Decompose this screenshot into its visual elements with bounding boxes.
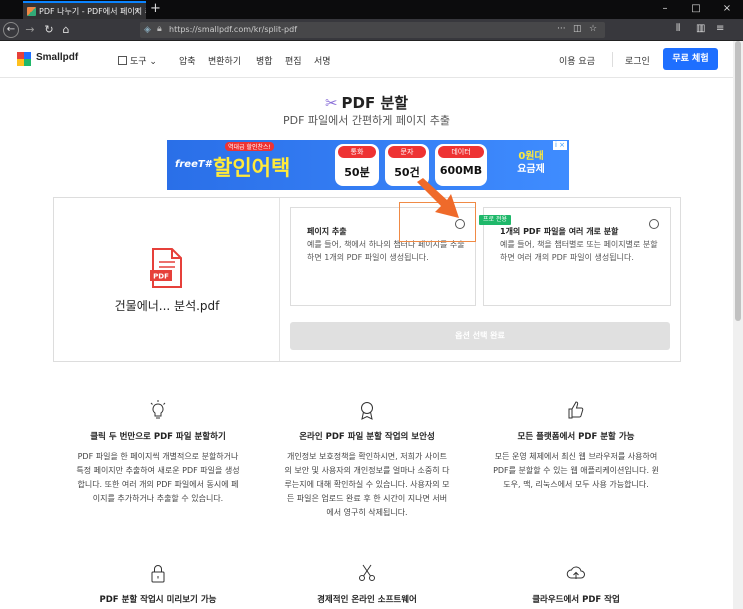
feature-title: 클라우드에서 PDF 작업 <box>532 595 620 605</box>
home-icon[interactable]: ⌂ <box>58 22 74 38</box>
maximize-button[interactable]: □ <box>681 0 711 19</box>
minimize-button[interactable]: – <box>650 0 680 19</box>
forward-icon[interactable]: → <box>22 22 38 38</box>
shield-icon[interactable]: ◈ <box>144 25 151 35</box>
ad-right-top: 0원대 <box>518 151 544 162</box>
page-actions-icon[interactable]: ··· <box>557 24 566 34</box>
feature-item: 클라우드에서 PDF 작업 <box>481 563 671 605</box>
browser-tab-bar: PDF 나누기 - PDF에서 페이지 추출 × + – □ × <box>0 0 743 19</box>
cloud-upload-icon <box>566 566 585 579</box>
lock-icon <box>151 565 165 583</box>
option-title: 페이지 추출 <box>307 227 347 236</box>
lightbulb-icon <box>150 400 166 419</box>
browser-tab[interactable]: PDF 나누기 - PDF에서 페이지 추출 × <box>23 1 146 19</box>
feature-title: 클릭 두 번만으로 PDF 파일 분할하기 <box>90 432 226 442</box>
file-preview: PDF 건물에너... 분석.pdf <box>54 198 280 361</box>
nav-sign[interactable]: 서명 <box>314 54 331 67</box>
close-window-button[interactable]: × <box>712 0 742 19</box>
feature-title: 경제적인 온라인 소프트웨어 <box>317 595 417 605</box>
feature-item: PDF 분할 작업시 미리보기 가능 <box>63 563 253 605</box>
feature-item: 온라인 PDF 파일 분할 작업의 보안성 개인정보 보호정책을 확인하시면, … <box>272 400 462 520</box>
bookmark-star-icon[interactable]: ☆ <box>589 24 597 34</box>
nav-compress[interactable]: 압축 <box>179 54 196 67</box>
page-scrollbar[interactable] <box>733 41 743 609</box>
library-icon[interactable]: ⫴ <box>676 23 680 34</box>
feature-desc: 모든 운영 체제에서 최신 웹 브라우저를 사용하여 PDF를 분할할 수 있는… <box>493 452 659 489</box>
header-divider <box>612 52 613 67</box>
url-text[interactable]: https://smallpdf.com/kr/split-pdf <box>169 25 297 34</box>
ad-right-text: 0원대요금제 <box>497 150 565 176</box>
nav-pricing[interactable]: 이용 요금 <box>559 54 595 67</box>
site-header: Smallpdf 도구 ⌄ 압축 변환하기 병합 편집 서명 이용 요금 로그인… <box>0 41 733 78</box>
page-subtitle: PDF 파일에서 간편하게 페이지 추출 <box>283 114 450 127</box>
feature-title: 모든 플랫폼에서 PDF 분할 가능 <box>517 432 635 442</box>
brand-name[interactable]: Smallpdf <box>36 52 78 63</box>
pdf-badge-text: PDF <box>153 273 169 281</box>
page-title-text: PDF 분할 <box>341 94 409 112</box>
menu-icon[interactable]: ≡ <box>716 23 724 34</box>
radio-split-multiple[interactable] <box>649 219 659 229</box>
ad-right-bottom: 요금제 <box>517 164 545 175</box>
lock-icon[interactable]: 🔒︎ <box>157 24 162 34</box>
thumbs-up-icon <box>568 401 584 419</box>
login-link[interactable]: 로그인 <box>625 54 650 67</box>
split-options-card: PDF 건물에너... 분석.pdf 페이지 추출 예를 들어, 책에서 하나의… <box>53 197 681 362</box>
option-desc: 예를 들어, 책을 챕터별로 또는 페이지별로 분할하면 여러 개의 PDF 파… <box>500 240 658 262</box>
feature-item: 모든 플랫폼에서 PDF 분할 가능 모든 운영 체제에서 최신 웹 브라우저를… <box>481 400 671 492</box>
ad-pill-value: 600MB <box>439 164 483 177</box>
ad-pill-label: 문자 <box>388 146 426 158</box>
new-tab-button[interactable]: + <box>150 1 161 17</box>
ad-pill-label: 데이터 <box>438 146 484 158</box>
nav-merge[interactable]: 병합 <box>256 54 273 67</box>
ad-pill: 통화 50분 <box>335 144 379 186</box>
url-bar[interactable]: ◈ 🔒︎ https://smallpdf.com/kr/split-pdf ·… <box>140 22 605 38</box>
ad-banner[interactable]: freeT# 역대급 할인찬스! 할인어택 통화 50분 문자 50건 데이터 600… <box>167 140 569 190</box>
option-title: 1개의 PDF 파일을 여러 개로 분할 <box>500 227 619 236</box>
tools-menu[interactable]: 도구 ⌄ <box>118 54 157 67</box>
free-trial-button[interactable]: 무료 체험 <box>663 48 718 70</box>
pdf-file-icon: PDF <box>150 248 182 288</box>
feature-title: 온라인 PDF 파일 분할 작업의 보안성 <box>299 432 435 442</box>
nav-convert[interactable]: 변환하기 <box>208 54 241 67</box>
page-title: ✂ PDF 분할 <box>0 92 733 113</box>
feature-title: PDF 분할 작업시 미리보기 가능 <box>99 595 217 605</box>
grid-icon <box>118 56 127 65</box>
scrollbar-thumb[interactable] <box>735 41 741 321</box>
tab-title: PDF 나누기 - PDF에서 페이지 추출 <box>39 7 146 16</box>
feature-desc: PDF 파일을 한 페이지씩 개별적으로 분할하거나 특정 페이지만 추출하여 … <box>76 452 240 503</box>
scissors-icon: ✂ <box>324 94 338 112</box>
file-name: 건물에너... 분석.pdf <box>114 299 220 313</box>
ad-pill-value: 50분 <box>344 166 370 179</box>
pointer-arrow-icon <box>417 178 459 218</box>
reload-icon[interactable]: ↻ <box>41 22 57 38</box>
pocket-icon[interactable]: ◫ <box>573 24 582 34</box>
pro-only-badge: 프로 전용 <box>479 215 511 225</box>
feature-desc: 개인정보 보호정책을 확인하시면, 저희가 사이트의 보안 및 사용자의 개인정… <box>284 452 450 517</box>
apply-options-button[interactable]: 옵션 선택 완료 <box>290 322 670 350</box>
tools-label: 도구 ⌄ <box>130 57 157 67</box>
favicon-icon <box>27 7 36 16</box>
close-tab-icon[interactable]: × <box>133 3 141 19</box>
ad-info-icon[interactable]: i × <box>553 141 567 150</box>
scissors-icon <box>359 564 375 581</box>
ad-headline: 할인어택 <box>213 156 291 180</box>
option-split-multiple[interactable]: 1개의 PDF 파일을 여러 개로 분할 예를 들어, 책을 챕터별로 또는 페… <box>483 207 671 306</box>
ad-pill-label: 통화 <box>338 146 376 158</box>
feature-item: 경제적인 온라인 소프트웨어 <box>272 563 462 605</box>
ad-brand: freeT# <box>175 159 212 170</box>
sidebar-icon[interactable]: ▥ <box>696 23 705 34</box>
browser-nav-bar: ← → ↻ ⌂ ◈ 🔒︎ https://smallpdf.com/kr/spl… <box>0 19 743 41</box>
back-icon[interactable]: ← <box>3 22 19 38</box>
ad-tag: 역대급 할인찬스! <box>225 142 274 151</box>
nav-edit[interactable]: 편집 <box>285 54 302 67</box>
feature-item: 클릭 두 번만으로 PDF 파일 분할하기 PDF 파일을 한 페이지씩 개별적… <box>63 400 253 506</box>
smallpdf-logo-icon[interactable] <box>17 52 31 66</box>
award-icon <box>361 402 373 420</box>
